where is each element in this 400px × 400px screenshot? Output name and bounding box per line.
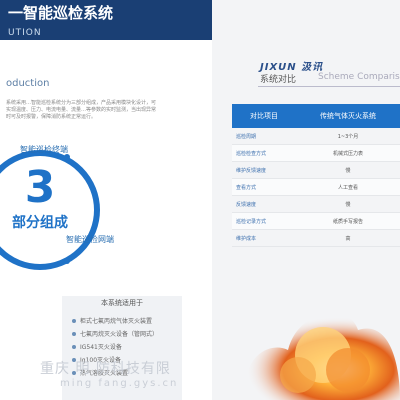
intro-paragraph: 系统采用…智能巡检系统分为三部分组成，产品采用模块化设计，可实现温度、压力、电流… xyxy=(6,100,157,120)
component-count: 3 xyxy=(24,162,56,213)
list-item: 柜式七氟丙烷气体灭火装置 xyxy=(72,314,182,327)
table-header-row: 对比项目 传统气体灭火系统 xyxy=(232,104,400,128)
orbit-label-bottom: 智能巡检网端 xyxy=(66,235,114,244)
page-title: 一智能巡检系统 xyxy=(8,4,114,22)
watermark-url: ming fang.gys.cn xyxy=(60,378,179,389)
applies-heading: 本系统适用于 xyxy=(101,299,143,307)
orbit-label-top: 智能巡检终端 xyxy=(20,145,68,154)
bullet-icon xyxy=(72,318,76,323)
comparison-title: 系统对比 xyxy=(260,75,297,85)
page-subtitle: UTION xyxy=(8,28,42,38)
column-header: 传统气体灭火系统 xyxy=(296,104,400,128)
bullet-icon xyxy=(72,331,76,336)
brand-logo: JIXUN 汲讯 xyxy=(260,62,324,73)
divider xyxy=(258,86,400,87)
list-item: 七氟丙烷灭火设备（管网式） xyxy=(72,327,182,340)
table-row: 查看方式 人工查看 xyxy=(232,178,400,196)
left-page: 一智能巡检系统 UTION oduction 系统采用…智能巡检系统分为三部分组… xyxy=(0,0,212,400)
column-header: 对比项目 xyxy=(232,104,296,128)
table-row: 反馈速度慢 xyxy=(232,195,400,213)
bullet-icon xyxy=(72,344,76,349)
intro-heading: oduction xyxy=(6,78,50,89)
ring-dot xyxy=(64,258,70,264)
table-row: 巡检检查方式 机械式压力表 xyxy=(232,144,400,162)
table-row: 维护反馈速度慢 xyxy=(232,161,400,179)
components-circle: 3 部分组成 xyxy=(0,150,100,270)
table-row: 维护成本高 xyxy=(232,229,400,247)
table-row: 巡检周期 1~3个月 xyxy=(232,128,400,145)
comparison-title-en: Scheme Comparis xyxy=(318,72,400,82)
table-row: 巡检记录方式 纸质手写报告 xyxy=(232,212,400,230)
comparison-table: 对比项目 传统气体灭火系统 巡检周期 1~3个月 巡检检查方式 机械式压力表 维护反… xyxy=(232,104,400,247)
component-count-label: 部分组成 xyxy=(12,215,68,231)
fire-explosion-image xyxy=(246,312,400,400)
watermark-company: 重庆 明 防科技有限 xyxy=(40,361,171,377)
list-item: IG541灭火设备 xyxy=(72,340,182,353)
